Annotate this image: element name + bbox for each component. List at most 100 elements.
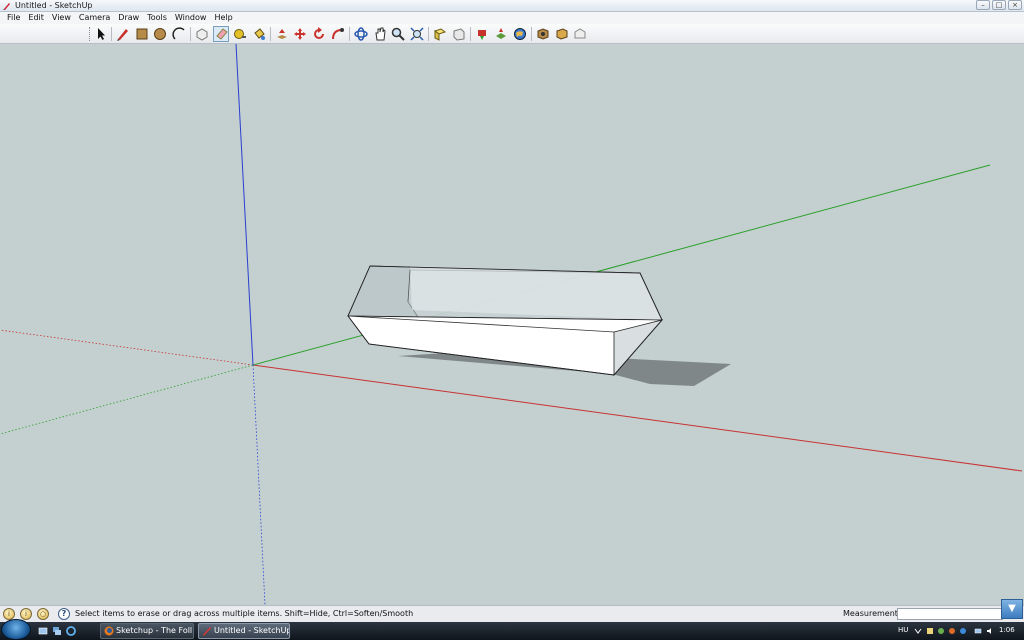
arc-icon xyxy=(172,27,185,40)
menu-camera[interactable]: Camera xyxy=(75,12,114,24)
green-axis-negative xyxy=(0,364,254,435)
internet-explorer-icon[interactable] xyxy=(66,626,76,636)
menu-edit[interactable]: Edit xyxy=(24,12,48,24)
move-tool-button[interactable] xyxy=(292,26,308,42)
help-icon[interactable]: ? xyxy=(58,608,70,620)
status-bar: i i ○ ? Select items to erase or drag ac… xyxy=(0,605,1024,622)
network-icon[interactable] xyxy=(974,627,982,635)
photo-textures-tool-button[interactable] xyxy=(535,26,551,42)
zoom-icon xyxy=(391,27,405,41)
warehouse-tool-button[interactable] xyxy=(572,26,588,42)
push-pull-tool-button[interactable] xyxy=(274,26,290,42)
pan-tool-button[interactable] xyxy=(372,26,388,42)
make-component-icon xyxy=(196,28,208,41)
share-model-icon xyxy=(496,28,506,39)
red-axis xyxy=(252,364,1023,472)
taskbar-item-sketchup[interactable]: Untitled - SketchUp xyxy=(198,623,290,639)
tray-app-icon[interactable] xyxy=(959,627,967,635)
components-tool-button[interactable] xyxy=(432,26,448,42)
sketchup-app-icon xyxy=(3,3,10,10)
get-models-tool-button[interactable] xyxy=(474,26,490,42)
taskbar-item-firefox[interactable]: Sketchup - The Foll... xyxy=(100,623,194,639)
window-title: Untitled - SketchUp xyxy=(15,1,93,10)
model-viewport[interactable] xyxy=(0,44,1024,605)
iso-view-tool-button[interactable] xyxy=(451,26,467,42)
red-axis-negative xyxy=(0,329,254,366)
status-hint: Select items to erase or drag across mul… xyxy=(75,609,414,618)
menu-view[interactable]: View xyxy=(48,12,75,24)
toolbar-separator xyxy=(111,27,112,41)
toolbar-separator xyxy=(470,27,471,41)
show-desktop-icon[interactable] xyxy=(38,626,48,636)
orbit-icon xyxy=(354,27,368,41)
main-toolbar xyxy=(0,24,1024,44)
sketchup-app-icon xyxy=(203,627,211,636)
close-button[interactable]: × xyxy=(1008,0,1022,10)
measurements-label: Measurements xyxy=(843,609,903,618)
rotate-icon xyxy=(314,27,324,39)
measurements-field[interactable] xyxy=(897,608,1003,620)
minimize-button[interactable]: – xyxy=(976,0,990,10)
get-models-icon xyxy=(478,30,486,40)
share-model-tool-button[interactable] xyxy=(493,26,509,42)
menu-help[interactable]: Help xyxy=(210,12,236,24)
firefox-icon xyxy=(104,626,114,636)
taskbar-item-label: Sketchup - The Foll... xyxy=(116,626,194,635)
maximize-button[interactable]: □ xyxy=(992,0,1006,10)
photo-textures-icon xyxy=(537,28,549,40)
rotate-tool-button[interactable] xyxy=(311,26,327,42)
rectangle-tool-button[interactable] xyxy=(134,26,150,42)
taskbar-clock[interactable]: 1:06 xyxy=(999,626,1015,634)
circle-icon xyxy=(154,28,166,40)
tape-measure-tool-button[interactable] xyxy=(232,26,248,42)
menu-bar: File Edit View Camera Draw Tools Window … xyxy=(0,12,1024,24)
viewport-drawing[interactable] xyxy=(0,44,1024,605)
menu-window[interactable]: Window xyxy=(171,12,211,24)
paint-bucket-icon xyxy=(254,28,265,40)
tray-app-icon[interactable] xyxy=(937,627,945,635)
menu-draw[interactable]: Draw xyxy=(114,12,143,24)
menu-file[interactable]: File xyxy=(3,12,24,24)
language-indicator[interactable]: HU xyxy=(898,626,908,634)
tray-app-icon[interactable] xyxy=(948,627,956,635)
eraser-tool-button[interactable] xyxy=(213,26,229,42)
user-icon[interactable]: ○ xyxy=(37,608,49,620)
title-bar: Untitled - SketchUp – □ × xyxy=(0,0,1024,12)
orbit-tool-button[interactable] xyxy=(353,26,369,42)
move-icon xyxy=(294,28,306,40)
tray-app-icon[interactable] xyxy=(926,627,934,635)
credits-icon[interactable]: i xyxy=(20,608,32,620)
google-earth-icon xyxy=(514,28,526,40)
blue-axis xyxy=(235,44,254,366)
rectangle-icon xyxy=(136,28,148,40)
zoom-extents-icon xyxy=(410,27,424,41)
volume-icon[interactable] xyxy=(986,627,994,635)
scroll-down-button[interactable]: ▼ xyxy=(1001,599,1023,619)
zoom-extents-tool-button[interactable] xyxy=(409,26,425,42)
follow-me-tool-button[interactable] xyxy=(330,26,346,42)
pencil-tool-button[interactable] xyxy=(115,26,131,42)
pencil-icon xyxy=(117,29,128,41)
pan-icon xyxy=(375,27,386,41)
tape-measure-icon xyxy=(234,29,246,39)
blue-axis-negative xyxy=(252,364,266,605)
zoom-tool-button[interactable] xyxy=(390,26,406,42)
components-icon xyxy=(433,28,447,41)
menu-tools[interactable]: Tools xyxy=(143,12,171,24)
toolbar-separator xyxy=(349,27,350,41)
taskbar-item-label: Untitled - SketchUp xyxy=(214,626,290,635)
arc-tool-button[interactable] xyxy=(171,26,187,42)
circle-tool-button[interactable] xyxy=(152,26,168,42)
google-earth-tool-button[interactable] xyxy=(512,26,528,42)
component-browser-tool-button[interactable] xyxy=(554,26,570,42)
eraser-icon xyxy=(216,28,228,40)
paint-bucket-tool-button[interactable] xyxy=(251,26,267,42)
start-button[interactable] xyxy=(1,619,31,640)
make-component-tool-button[interactable] xyxy=(194,26,210,42)
tray-arrow-icon[interactable] xyxy=(914,627,922,635)
iso-view-icon xyxy=(453,28,465,41)
select-icon xyxy=(98,28,105,40)
switch-windows-icon[interactable] xyxy=(52,626,62,636)
select-tool-button[interactable] xyxy=(93,26,109,42)
toolbar-separator xyxy=(531,27,532,41)
